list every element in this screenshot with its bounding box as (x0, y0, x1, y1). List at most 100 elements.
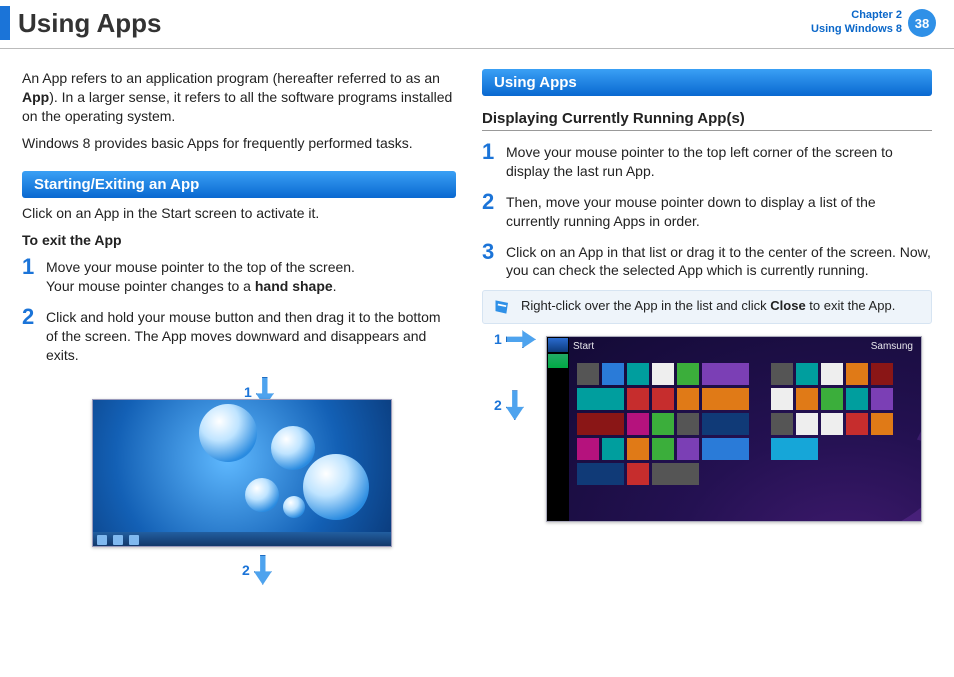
app-thumbnail (548, 354, 568, 368)
taskbar (93, 532, 391, 546)
callout-label: 2 (494, 397, 502, 413)
chapter-line-1: Chapter 2 (811, 9, 902, 23)
tile (702, 388, 749, 410)
callout-1: 1 (494, 330, 536, 348)
desktop-screenshot (92, 399, 392, 547)
step1-bold: hand shape (255, 278, 333, 294)
wallpaper-bubble (303, 454, 369, 520)
page-title: Using Apps (18, 8, 811, 39)
right-step-3: 3 Click on an App in that list or drag i… (482, 241, 932, 281)
note-icon (493, 297, 513, 317)
step-number: 1 (482, 141, 506, 181)
step-number: 3 (482, 241, 506, 281)
tip-text: Right-click over the App in the list and… (521, 297, 895, 317)
tile (846, 363, 868, 385)
arrow-down-icon (506, 390, 524, 420)
tile (871, 388, 893, 410)
tile (627, 413, 649, 435)
tile (577, 438, 599, 460)
chapter-line-2: Using Windows 8 (811, 23, 902, 37)
start-label: Start (573, 341, 594, 352)
subheading-displaying-running-apps: Displaying Currently Running App(s) (482, 110, 932, 131)
tip-part-a: Right-click over the App in the list and… (521, 298, 770, 313)
tip-part-b: to exit the App. (806, 298, 896, 313)
tile (577, 363, 599, 385)
wallpaper-bubble (271, 426, 315, 470)
section-sub-text: Click on an App in the Start screen to a… (22, 204, 456, 223)
step-number: 1 (22, 256, 46, 296)
section-heading-using-apps: Using Apps (482, 69, 932, 96)
tile (677, 413, 699, 435)
tile (627, 388, 649, 410)
left-step-2: 2 Click and hold your mouse button and t… (22, 306, 456, 365)
running-apps-bar (547, 337, 569, 521)
tile (771, 388, 793, 410)
tip-bold-close: Close (770, 298, 805, 313)
left-column: An App refers to an application program … (22, 69, 456, 589)
tile (821, 388, 843, 410)
step-text: Move your mouse pointer to the top of th… (46, 256, 456, 296)
tile (652, 388, 674, 410)
tile (796, 388, 818, 410)
arrow-right-icon (506, 330, 536, 348)
tile-group-1 (577, 363, 749, 485)
tile (821, 363, 843, 385)
right-column: Using Apps Displaying Currently Running … (482, 69, 932, 589)
tile (602, 363, 624, 385)
callout-2: 2 (494, 390, 524, 420)
tile (652, 438, 674, 460)
step-text: Then, move your mouse pointer down to di… (506, 191, 932, 231)
arrow-down-icon (254, 555, 272, 585)
start-header: Start Samsung (547, 337, 921, 352)
callout-2: 2 (242, 555, 272, 585)
tip-box: Right-click over the App in the list and… (482, 290, 932, 324)
tile (702, 438, 749, 460)
step-text: Move your mouse pointer to the top left … (506, 141, 932, 181)
intro-p2: Windows 8 provides basic Apps for freque… (22, 134, 456, 153)
tile (771, 363, 793, 385)
step1-line2a: Your mouse pointer changes to a (46, 278, 255, 294)
step-text: Click on an App in that list or drag it … (506, 241, 932, 281)
accent-bar (0, 6, 10, 40)
tile (677, 388, 699, 410)
tile (652, 413, 674, 435)
tile (796, 363, 818, 385)
right-step-2: 2 Then, move your mouse pointer down to … (482, 191, 932, 231)
step-text: Click and hold your mouse button and the… (46, 306, 456, 365)
wallpaper-bubble (283, 496, 305, 518)
tile (677, 363, 699, 385)
figure-start-screen: 1 2 Start Samsung (492, 336, 932, 536)
callout-label: 1 (494, 331, 502, 347)
tile (627, 363, 649, 385)
wallpaper-bubble (199, 404, 257, 462)
user-label: Samsung (871, 341, 913, 352)
callout-label: 1 (244, 384, 252, 400)
step1-line1: Move your mouse pointer to the top of th… (46, 259, 355, 275)
tile (577, 413, 624, 435)
page-header: Using Apps Chapter 2 Using Windows 8 38 (0, 0, 954, 49)
tile (627, 438, 649, 460)
tile (702, 413, 749, 435)
callout-label: 2 (242, 562, 250, 578)
tile (846, 388, 868, 410)
intro-bold-app: App (22, 89, 49, 105)
tile (652, 463, 699, 485)
step-number: 2 (22, 306, 46, 365)
tile (577, 388, 624, 410)
step1-line2b: . (333, 278, 337, 294)
intro-text: An App refers to an application program … (22, 69, 456, 153)
tile (652, 363, 674, 385)
left-step-1: 1 Move your mouse pointer to the top of … (22, 256, 456, 296)
wallpaper-bubble (245, 478, 279, 512)
section-heading-starting-exiting: Starting/Exiting an App (22, 171, 456, 198)
tile (677, 438, 699, 460)
start-screen-screenshot: Start Samsung (546, 336, 922, 522)
tile (771, 413, 793, 435)
page-number-badge: 38 (908, 9, 936, 37)
exit-subheading: To exit the App (22, 232, 456, 248)
chapter-block: Chapter 2 Using Windows 8 (811, 9, 902, 37)
tile (871, 363, 893, 385)
figure-exit-app: 1 2 (92, 377, 432, 589)
step-number: 2 (482, 191, 506, 231)
tile (627, 463, 649, 485)
